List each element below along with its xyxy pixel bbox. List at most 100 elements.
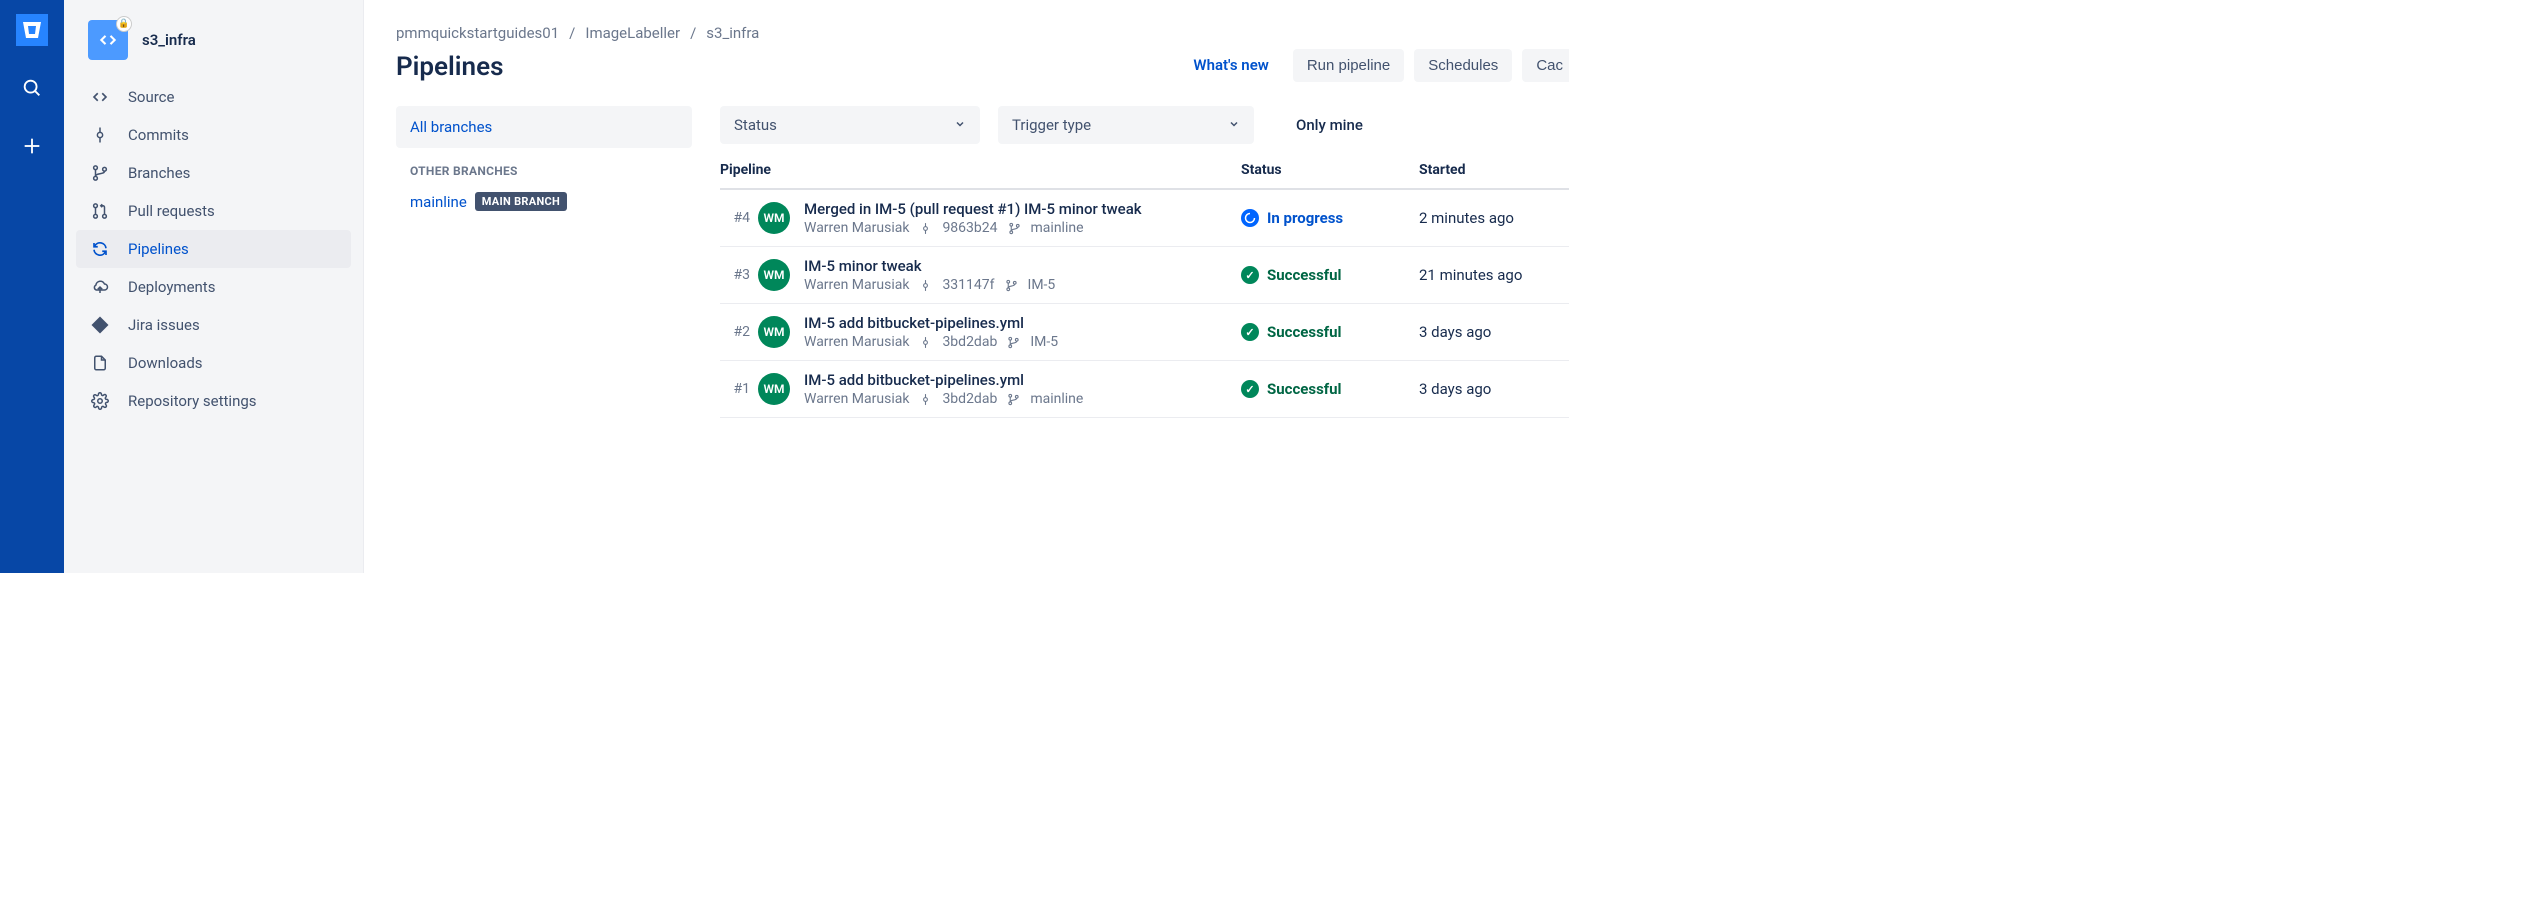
branch-panel: All branches OTHER BRANCHES mainline MAIN… xyxy=(396,106,692,418)
author-name: Warren Marusiak xyxy=(804,277,909,293)
author-avatar: WM xyxy=(758,373,790,405)
sidebar-item-pipelines[interactable]: Pipelines xyxy=(76,230,351,268)
branch-icon xyxy=(1005,279,1018,292)
commit-icon xyxy=(919,279,932,292)
pipeline-info: IM-5 minor tweakWarren Marusiak331147fIM… xyxy=(804,257,1241,293)
pipeline-row[interactable]: #2WMIM-5 add bitbucket-pipelines.ymlWarr… xyxy=(720,304,1569,361)
breadcrumb: pmmquickstartguides01/ImageLabeller/s3_i… xyxy=(396,24,1569,42)
branch-icon xyxy=(1007,393,1020,406)
status-select-label: Status xyxy=(734,116,777,134)
started-cell: 2 minutes ago xyxy=(1419,209,1569,227)
sidebar-item-label: Commits xyxy=(128,126,189,144)
pipeline-meta: Warren Marusiak3bd2dabIM-5 xyxy=(804,334,1241,350)
global-sidebar xyxy=(0,0,64,573)
run-pipeline-button[interactable]: Run pipeline xyxy=(1293,49,1404,82)
started-cell: 3 days ago xyxy=(1419,380,1569,398)
trigger-select-label: Trigger type xyxy=(1012,116,1091,134)
sidebar-item-pull-requests[interactable]: Pull requests xyxy=(76,192,351,230)
sidebar-item-source[interactable]: Source xyxy=(76,78,351,116)
pipeline-meta: Warren Marusiak3bd2dabmainline xyxy=(804,391,1241,407)
commit-hash: 331147f xyxy=(942,277,994,293)
pipeline-number: #1 xyxy=(720,381,758,397)
pipeline-list: #4WMMerged in IM-5 (pull request #1) IM-… xyxy=(720,190,1569,418)
sidebar-item-label: Downloads xyxy=(128,354,203,372)
commit-hash: 9863b24 xyxy=(942,220,997,236)
sidebar-item-jira-issues[interactable]: Jira issues xyxy=(76,306,351,344)
pipeline-row[interactable]: #4WM Merged in IM-5 (pull request #1) IM-… xyxy=(720,190,1569,247)
sidebar-item-downloads[interactable]: Downloads xyxy=(76,344,351,382)
gear-icon xyxy=(90,392,110,410)
pipeline-title: Merged in IM-5 (pull request #1) IM-5 mi… xyxy=(804,200,1241,218)
author-name: Warren Marusiak xyxy=(804,391,909,407)
author-name: Warren Marusiak xyxy=(804,334,909,350)
pipeline-info: IM-5 add bitbucket-pipelines.yml Warren M… xyxy=(804,371,1241,407)
commit-icon xyxy=(919,336,932,349)
sidebar-item-label: Repository settings xyxy=(128,392,257,410)
check-circle-icon: ✓ xyxy=(1241,323,1259,341)
pipeline-table-header: Pipeline Status Started xyxy=(720,162,1569,190)
trigger-type-select[interactable]: Trigger type xyxy=(998,106,1254,144)
pipeline-number: #2 xyxy=(720,324,758,340)
sidebar-item-label: Pull requests xyxy=(128,202,215,220)
branch-name: mainline xyxy=(410,193,467,211)
in-progress-icon xyxy=(1241,209,1259,227)
chevron-down-icon xyxy=(954,116,966,134)
author-name: Warren Marusiak xyxy=(804,220,909,236)
status-text: In progress xyxy=(1267,209,1343,227)
bitbucket-logo-icon[interactable] xyxy=(16,14,48,46)
author-avatar: WM xyxy=(758,259,790,291)
page-actions: What's new Run pipeline Schedules Cac xyxy=(1193,49,1569,82)
jira-icon xyxy=(90,316,110,334)
all-branches-button[interactable]: All branches xyxy=(396,106,692,148)
commit-icon xyxy=(919,222,932,235)
pipeline-meta: Warren Marusiak9863b24mainline xyxy=(804,220,1241,236)
sidebar-item-label: Branches xyxy=(128,164,190,182)
pipeline-row[interactable]: #1WM IM-5 add bitbucket-pipelines.yml Warr… xyxy=(720,361,1569,418)
add-icon[interactable] xyxy=(16,130,48,162)
other-branches-header: OTHER BRANCHES xyxy=(396,148,692,188)
breadcrumb-item[interactable]: pmmquickstartguides01 xyxy=(396,24,559,42)
pipeline-meta: Warren Marusiak 331147f IM-5 xyxy=(804,277,1241,293)
main-branch-badge: MAIN BRANCH xyxy=(475,192,567,211)
pipeline-number: #4 xyxy=(720,210,758,226)
status-text: Successful xyxy=(1267,380,1342,398)
sidebar-item-repository-settings[interactable]: Repository settings xyxy=(76,382,351,420)
pipeline-row[interactable]: #3WMIM-5 minor tweakWarren Marusiak33114… xyxy=(720,247,1569,304)
branch-item[interactable]: mainline MAIN BRANCH xyxy=(396,188,692,215)
search-icon[interactable] xyxy=(16,72,48,104)
sidebar-item-commits[interactable]: Commits xyxy=(76,116,351,154)
whats-new-link[interactable]: What's new xyxy=(1193,56,1268,74)
sidebar-item-label: Deployments xyxy=(128,278,215,296)
header-started: Started xyxy=(1419,162,1569,178)
breadcrumb-item[interactable]: ImageLabeller xyxy=(585,24,680,42)
commit-icon xyxy=(90,126,110,144)
author-avatar: WM xyxy=(758,202,790,234)
repo-header: 🔒 s3_infra xyxy=(64,20,363,78)
sidebar-item-branches[interactable]: Branches xyxy=(76,154,351,192)
sidebar-item-deployments[interactable]: Deployments xyxy=(76,268,351,306)
repo-sidebar: 🔒 s3_infra Source Commits Branches Pull req… xyxy=(64,0,364,573)
pipeline-info: IM-5 add bitbucket-pipelines.ymlWarren M… xyxy=(804,314,1241,350)
status-select[interactable]: Status xyxy=(720,106,980,144)
only-mine-toggle[interactable]: Only mine xyxy=(1296,116,1363,134)
status-cell: ✓Successful xyxy=(1241,323,1419,341)
repo-name: s3_infra xyxy=(142,31,196,49)
lock-icon: 🔒 xyxy=(116,16,132,32)
commit-hash: 3bd2dab xyxy=(942,391,997,407)
commit-icon xyxy=(919,393,932,406)
header-pipeline: Pipeline xyxy=(720,162,1241,178)
status-cell: ✓ Successful xyxy=(1241,266,1419,284)
breadcrumb-item[interactable]: s3_infra xyxy=(706,24,759,42)
status-cell: In progress xyxy=(1241,209,1419,227)
schedules-button[interactable]: Schedules xyxy=(1414,49,1512,82)
cloud-icon xyxy=(90,278,110,296)
pipeline-title: IM-5 add bitbucket-pipelines.yml xyxy=(804,371,1241,389)
code-icon xyxy=(90,88,110,106)
sidebar-item-label: Source xyxy=(128,88,174,106)
branch-name: IM-5 xyxy=(1028,277,1056,293)
status-text: Successful xyxy=(1267,266,1342,284)
branch-icon xyxy=(1007,336,1020,349)
check-circle-icon: ✓ xyxy=(1241,266,1259,284)
caches-button[interactable]: Cac xyxy=(1522,49,1569,82)
repo-nav: Source Commits Branches Pull requests Pipeli… xyxy=(64,78,363,420)
